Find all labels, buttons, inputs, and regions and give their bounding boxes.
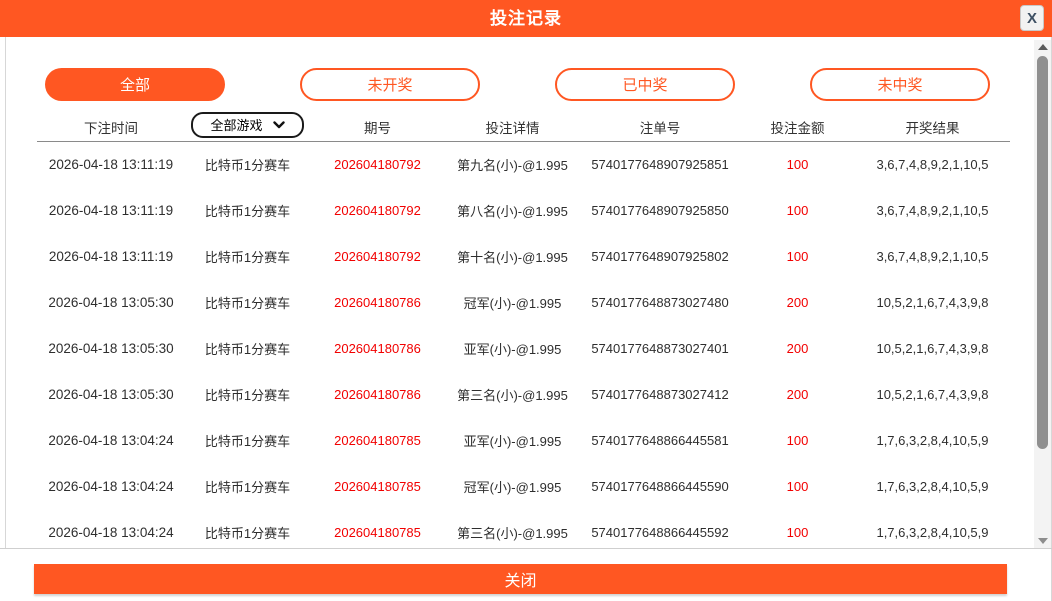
cell-bet-time: 2026-04-18 13:04:24 [37,433,185,448]
cell-draw-result: 10,5,2,1,6,7,4,3,9,8 [855,387,1010,402]
header-period: 期号 [310,117,445,137]
cell-bet-time: 2026-04-18 13:05:30 [37,341,185,356]
header-bet-detail: 投注详情 [445,117,580,137]
filter-tab-all[interactable]: 全部 [45,68,225,101]
vertical-scrollbar[interactable] [1034,40,1051,548]
cell-bet-amount: 100 [740,525,855,540]
cell-draw-result: 3,6,7,4,8,9,2,1,10,5 [855,249,1010,264]
close-x-button[interactable]: X [1020,5,1044,31]
cell-order-number: 5740177648907925802 [580,249,740,264]
game-select-dropdown[interactable]: 全部游戏 [191,112,304,138]
header-bet-amount: 投注金额 [740,117,855,137]
filter-tab-lost[interactable]: 未中奖 [810,68,990,101]
cell-bet-amount: 100 [740,433,855,448]
cell-order-number: 5740177648907925851 [580,157,740,172]
cell-bet-time: 2026-04-18 13:04:24 [37,479,185,494]
header-game-cell: 全部游戏 [185,114,310,140]
cell-bet-time: 2026-04-18 13:05:30 [37,387,185,402]
header-order-no: 注单号 [580,117,740,137]
cell-bet-amount: 100 [740,249,855,264]
cell-order-number: 5740177648873027480 [580,295,740,310]
scrollbar-thumb[interactable] [1037,56,1048,449]
cell-order-number: 5740177648866445590 [580,479,740,494]
table-row: 2026-04-18 13:11:19 比特币1分赛车 202604180792… [37,141,1010,187]
cell-bet-time: 2026-04-18 13:04:24 [37,525,185,540]
cell-draw-result: 3,6,7,4,8,9,2,1,10,5 [855,157,1010,172]
table-header-row: 下注时间 全部游戏 期号 投注详情 注单号 投注金额 开奖结果 [37,112,1010,142]
scroll-down-arrow-icon[interactable] [1034,534,1051,548]
modal-title: 投注记录 [0,0,1052,37]
cell-order-number: 5740177648907925850 [580,203,740,218]
cell-period-number: 202604180792 [310,249,445,264]
cell-period-number: 202604180792 [310,157,445,172]
table-row: 2026-04-18 13:11:19 比特币1分赛车 202604180792… [37,233,1010,279]
filter-tab-won[interactable]: 已中奖 [555,68,735,101]
cell-period-number: 202604180792 [310,203,445,218]
cell-bet-amount: 200 [740,341,855,356]
modal-titlebar: 投注记录 [0,0,1052,37]
game-select-value: 全部游戏 [210,115,262,134]
cell-bet-amount: 100 [740,479,855,494]
cell-draw-result: 3,6,7,4,8,9,2,1,10,5 [855,203,1010,218]
cell-bet-detail: 第三名(小)-@1.995 [445,523,580,542]
cell-period-number: 202604180785 [310,525,445,540]
cell-period-number: 202604180786 [310,341,445,356]
cell-period-number: 202604180786 [310,387,445,402]
cell-bet-detail: 第十名(小)-@1.995 [445,247,580,266]
cell-period-number: 202604180785 [310,433,445,448]
cell-order-number: 5740177648866445581 [580,433,740,448]
cell-game-name: 比特币1分赛车 [185,477,310,496]
cell-game-name: 比特币1分赛车 [185,339,310,358]
table-body: 2026-04-18 13:11:19 比特币1分赛车 202604180792… [37,141,1010,547]
cell-bet-detail: 第三名(小)-@1.995 [445,385,580,404]
cell-draw-result: 10,5,2,1,6,7,4,3,9,8 [855,341,1010,356]
cell-bet-amount: 100 [740,157,855,172]
cell-bet-time: 2026-04-18 13:05:30 [37,295,185,310]
cell-game-name: 比特币1分赛车 [185,385,310,404]
cell-bet-amount: 200 [740,295,855,310]
cell-bet-time: 2026-04-18 13:11:19 [37,203,185,218]
table-row: 2026-04-18 13:11:19 比特币1分赛车 202604180792… [37,187,1010,233]
cell-bet-detail: 第八名(小)-@1.995 [445,201,580,220]
cell-bet-detail: 冠军(小)-@1.995 [445,293,580,312]
cell-order-number: 5740177648866445592 [580,525,740,540]
cell-bet-detail: 亚军(小)-@1.995 [445,339,580,358]
filter-tab-undrawn[interactable]: 未开奖 [300,68,480,101]
cell-draw-result: 1,7,6,3,2,8,4,10,5,9 [855,433,1010,448]
cell-game-name: 比特币1分赛车 [185,201,310,220]
cell-bet-amount: 200 [740,387,855,402]
cell-bet-time: 2026-04-18 13:11:19 [37,249,185,264]
footer-divider [0,548,1052,549]
cell-bet-detail: 亚军(小)-@1.995 [445,431,580,450]
cell-draw-result: 10,5,2,1,6,7,4,3,9,8 [855,295,1010,310]
cell-game-name: 比特币1分赛车 [185,523,310,542]
cell-order-number: 5740177648873027401 [580,341,740,356]
cell-game-name: 比特币1分赛车 [185,293,310,312]
cell-draw-result: 1,7,6,3,2,8,4,10,5,9 [855,479,1010,494]
table-row: 2026-04-18 13:04:24 比特币1分赛车 202604180785… [37,509,1010,547]
cell-bet-time: 2026-04-18 13:11:19 [37,157,185,172]
cell-game-name: 比特币1分赛车 [185,155,310,174]
table-row: 2026-04-18 13:04:24 比特币1分赛车 202604180785… [37,417,1010,463]
cell-period-number: 202604180786 [310,295,445,310]
table-row: 2026-04-18 13:05:30 比特币1分赛车 202604180786… [37,279,1010,325]
table-row: 2026-04-18 13:05:30 比特币1分赛车 202604180786… [37,325,1010,371]
cell-game-name: 比特币1分赛车 [185,431,310,450]
cell-bet-amount: 100 [740,203,855,218]
header-draw-result: 开奖结果 [855,117,1010,137]
close-button[interactable]: 关闭 [34,564,1007,594]
cell-game-name: 比特币1分赛车 [185,247,310,266]
scroll-up-arrow-icon[interactable] [1034,40,1051,54]
cell-bet-detail: 冠军(小)-@1.995 [445,477,580,496]
table-row: 2026-04-18 13:05:30 比特币1分赛车 202604180786… [37,371,1010,417]
table-row: 2026-04-18 13:04:24 比特币1分赛车 202604180785… [37,463,1010,509]
cell-bet-detail: 第九名(小)-@1.995 [445,155,580,174]
cell-draw-result: 1,7,6,3,2,8,4,10,5,9 [855,525,1010,540]
betting-records-modal: 投注记录 X 全部 未开奖 已中奖 未中奖 下注时间 全部游戏 期号 投注详情 … [0,0,1052,601]
header-bet-time: 下注时间 [37,117,185,137]
chevron-down-icon [273,121,285,129]
cell-period-number: 202604180785 [310,479,445,494]
panel-left-border [5,37,6,548]
cell-order-number: 5740177648873027412 [580,387,740,402]
